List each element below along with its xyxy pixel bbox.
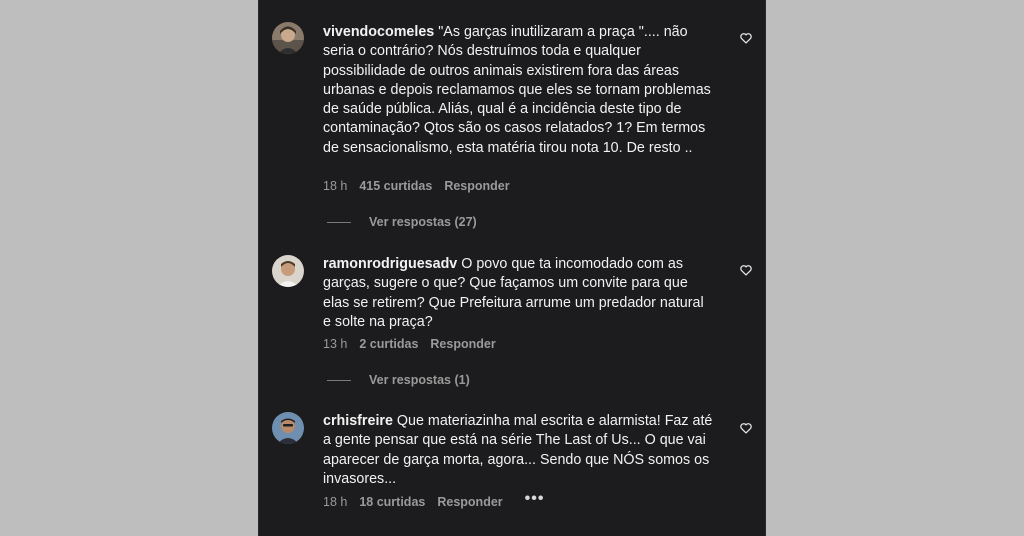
view-replies-label: Ver respostas (1) bbox=[369, 373, 470, 387]
comment-time[interactable]: 18 h bbox=[323, 495, 347, 509]
reply-button[interactable]: Responder bbox=[430, 337, 495, 351]
comment-time[interactable]: 13 h bbox=[323, 337, 347, 351]
more-options-icon[interactable]: ••• bbox=[525, 490, 545, 508]
avatar[interactable] bbox=[272, 412, 304, 444]
comment-time[interactable]: 18 h bbox=[323, 179, 347, 193]
comment-meta: 13 h 2 curtidas Responder bbox=[323, 335, 496, 353]
view-replies-button[interactable]: Ver respostas (1) bbox=[327, 371, 470, 389]
comment-text: crhisfreire Que materiazinha mal escrita… bbox=[323, 412, 715, 489]
avatar[interactable] bbox=[272, 255, 304, 287]
comment-username[interactable]: vivendocomeles bbox=[323, 24, 434, 40]
replies-divider-line bbox=[327, 221, 351, 223]
view-replies-label: Ver respostas (27) bbox=[369, 215, 477, 229]
view-replies-button[interactable]: Ver respostas (27) bbox=[327, 213, 477, 231]
comment-username[interactable]: ramonrodriguesadv bbox=[323, 256, 457, 272]
comment-meta: 18 h 415 curtidas Responder bbox=[323, 177, 510, 195]
comment-text: ramonrodriguesadv O povo que ta incomoda… bbox=[323, 255, 715, 332]
like-heart-icon[interactable] bbox=[739, 263, 753, 277]
like-heart-icon[interactable] bbox=[739, 421, 753, 435]
like-heart-icon[interactable] bbox=[739, 31, 753, 45]
replies-divider-line bbox=[327, 379, 351, 381]
avatar[interactable] bbox=[272, 22, 304, 54]
comments-panel: vivendocomeles "As garças inutilizaram a… bbox=[258, 0, 766, 536]
comment-likes[interactable]: 2 curtidas bbox=[359, 337, 418, 351]
comment-meta: 18 h 18 curtidas Responder ••• bbox=[323, 490, 545, 511]
comment-text: vivendocomeles "As garças inutilizaram a… bbox=[323, 23, 715, 158]
reply-button[interactable]: Responder bbox=[437, 495, 502, 509]
reply-button[interactable]: Responder bbox=[444, 179, 509, 193]
comment-username[interactable]: crhisfreire bbox=[323, 413, 393, 429]
comment-likes[interactable]: 415 curtidas bbox=[359, 179, 432, 193]
comment-likes[interactable]: 18 curtidas bbox=[359, 495, 425, 509]
comment-content: "As garças inutilizaram a praça ".... nã… bbox=[323, 24, 711, 156]
